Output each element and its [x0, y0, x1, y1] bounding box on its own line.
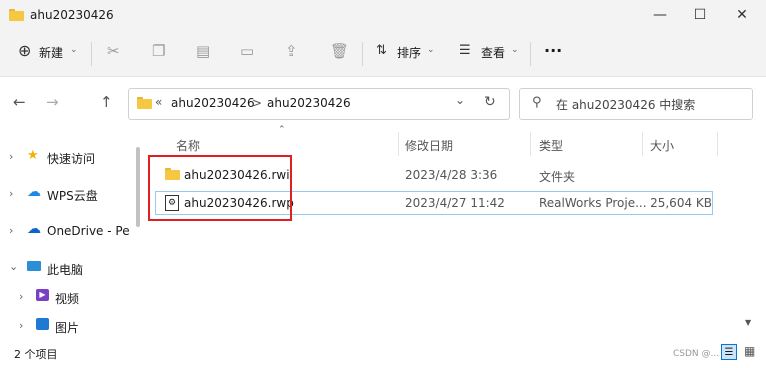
sort-button[interactable]: ⇅ 排序 ⌄: [374, 39, 438, 69]
chevron-down-icon: ⌄: [511, 45, 519, 55]
file-type: RealWorks Proje...: [539, 196, 647, 210]
column-divider[interactable]: [642, 132, 643, 156]
copy-icon[interactable]: ❐: [152, 42, 165, 60]
thumbnail-view-icon[interactable]: ▦: [744, 344, 755, 358]
refresh-button[interactable]: ↻: [484, 94, 496, 110]
column-divider[interactable]: [398, 132, 399, 156]
breadcrumb-item[interactable]: ahu20230426: [267, 96, 351, 110]
onedrive-icon: ☁: [27, 221, 41, 237]
file-type: 文件夹: [539, 170, 576, 184]
paste-icon[interactable]: ▤: [196, 42, 210, 60]
details-view-icon[interactable]: ☰: [721, 344, 737, 360]
plus-circle-icon: ⊕: [18, 41, 32, 60]
breadcrumb-overflow[interactable]: «: [155, 95, 162, 109]
address-dropdown[interactable]: ⌄: [455, 93, 465, 107]
navigation-pane: › ★ 快速访问 › ☁ WPS云盘 › ☁ OneDrive - Pers ⌄…: [0, 140, 130, 340]
new-button[interactable]: ⊕ 新建 ⌄: [14, 39, 80, 69]
sidebar-item-onedrive[interactable]: › ☁ OneDrive - Pers: [0, 220, 130, 244]
sidebar-item-this-pc[interactable]: ⌄ 此电脑: [0, 257, 130, 281]
search-icon: ⚲: [532, 95, 542, 110]
breadcrumb-item[interactable]: ahu20230426: [171, 96, 255, 110]
share-icon[interactable]: ⇪: [285, 42, 298, 60]
window-title: ahu20230426: [30, 8, 114, 22]
column-header-type[interactable]: 类型: [539, 137, 563, 154]
sidebar-item-label: 快速访问: [47, 152, 96, 166]
forward-button[interactable]: →: [46, 93, 59, 111]
more-button[interactable]: ···: [544, 41, 562, 60]
picture-icon: [36, 318, 49, 330]
sort-icon: ⇅: [376, 43, 387, 58]
column-header-name[interactable]: 名称: [176, 137, 200, 154]
file-date: 2023/4/28 3:36: [405, 168, 498, 182]
sidebar-item-label: OneDrive - Pers: [47, 224, 130, 238]
column-divider[interactable]: [530, 132, 531, 156]
chevron-down-icon: ⌄: [70, 45, 78, 55]
column-header-date[interactable]: 修改日期: [405, 137, 453, 154]
chevron-right-icon: ›: [9, 224, 14, 237]
chevron-right-icon: ›: [9, 187, 14, 200]
view-icon: ☰: [459, 43, 471, 58]
search-box[interactable]: ⚲ 在 ahu20230426 中搜索: [519, 88, 753, 120]
sidebar-item-pictures[interactable]: › 图片: [0, 315, 130, 339]
cut-icon[interactable]: ✂: [107, 42, 120, 60]
sidebar-item-label: 此电脑: [47, 263, 84, 277]
maximize-button[interactable]: ☐: [677, 0, 723, 32]
sidebar-item-label: WPS云盘: [47, 189, 98, 203]
watermark: CSDN @...: [673, 349, 720, 359]
cloud-icon: ☁: [27, 184, 41, 200]
delete-icon[interactable]: 🗑: [330, 42, 349, 60]
scroll-down-icon[interactable]: ▼: [745, 318, 751, 327]
file-size: 25,604 KB: [650, 196, 712, 210]
close-button[interactable]: ✕: [719, 0, 765, 32]
toolbar-divider: [362, 42, 363, 66]
search-placeholder: 在 ahu20230426 中搜索: [556, 98, 696, 112]
toolbar-divider: [530, 42, 531, 66]
back-button[interactable]: ←: [13, 93, 26, 111]
sidebar-item-wps-cloud[interactable]: › ☁ WPS云盘: [0, 183, 130, 207]
file-date: 2023/4/27 11:42: [405, 196, 505, 210]
star-icon: ★: [27, 148, 39, 163]
sidebar-item-quick-access[interactable]: › ★ 快速访问: [0, 146, 130, 170]
chevron-right-icon: ›: [9, 150, 14, 163]
breadcrumb-separator: >: [252, 96, 263, 110]
toolbar-divider: [91, 42, 92, 66]
sidebar-item-videos[interactable]: › ▶ 视频: [0, 286, 130, 310]
chevron-right-icon: ›: [19, 290, 24, 303]
item-count: 2 个项目: [14, 348, 58, 361]
address-bar[interactable]: « ahu20230426 > ahu20230426 ⌄ ↻: [128, 88, 510, 120]
sort-indicator-icon: ⌃: [278, 125, 286, 135]
video-icon: ▶: [36, 289, 49, 301]
view-label: 查看: [481, 46, 506, 60]
computer-icon: [27, 261, 41, 271]
column-header-size[interactable]: 大小: [650, 137, 674, 154]
sidebar-item-label: 图片: [55, 321, 80, 335]
column-divider[interactable]: [717, 132, 718, 156]
sidebar-scrollbar[interactable]: [136, 147, 140, 227]
highlight-annotation: [148, 155, 292, 221]
up-button[interactable]: ↑: [100, 93, 113, 111]
rename-icon[interactable]: ▭: [240, 42, 254, 60]
chevron-down-icon: ⌄: [9, 260, 19, 273]
status-bar: [0, 342, 766, 368]
view-button[interactable]: ☰ 查看 ⌄: [457, 39, 521, 69]
sort-label: 排序: [397, 46, 422, 60]
chevron-down-icon: ⌄: [427, 45, 435, 55]
new-label: 新建: [39, 46, 64, 60]
chevron-right-icon: ›: [19, 319, 24, 332]
sidebar-item-label: 视频: [55, 292, 80, 306]
